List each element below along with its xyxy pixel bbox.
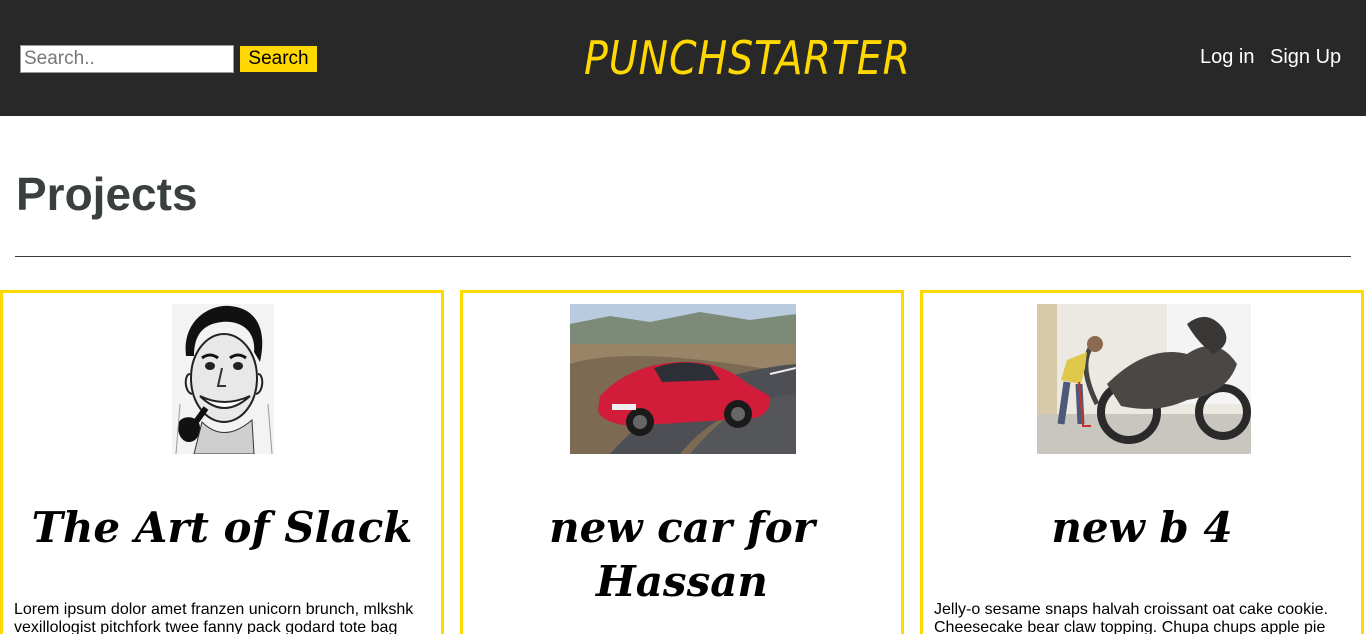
project-card[interactable]: new car for Hassan	[460, 290, 904, 634]
project-image-dragon-motorcycle[interactable]	[1037, 304, 1251, 454]
site-header: Search PUNCHSTARTER Log in Sign Up	[0, 0, 1366, 116]
signup-link[interactable]: Sign Up	[1270, 46, 1341, 69]
project-image-red-car[interactable]	[570, 304, 796, 454]
project-card[interactable]: new b 4 Jelly-o sesame snaps halvah croi…	[920, 290, 1364, 634]
page-title: Projects	[16, 168, 198, 220]
search-input[interactable]	[20, 45, 234, 73]
project-title[interactable]: new car for Hassan	[473, 501, 891, 609]
project-title[interactable]: The Art of Slack	[13, 501, 431, 555]
divider	[15, 256, 1351, 257]
project-title[interactable]: new b 4	[933, 501, 1351, 555]
search-button[interactable]: Search	[240, 46, 317, 72]
login-link[interactable]: Log in	[1200, 46, 1255, 69]
project-description: Jelly-o sesame snaps halvah croissant oa…	[934, 601, 1328, 634]
site-logo[interactable]: PUNCHSTARTER	[584, 30, 910, 86]
project-image-pipe-man[interactable]	[172, 304, 274, 454]
project-description: Lorem ipsum dolor amet franzen unicorn b…	[14, 601, 414, 634]
project-card[interactable]: The Art of Slack Lorem ipsum dolor amet …	[0, 290, 444, 634]
